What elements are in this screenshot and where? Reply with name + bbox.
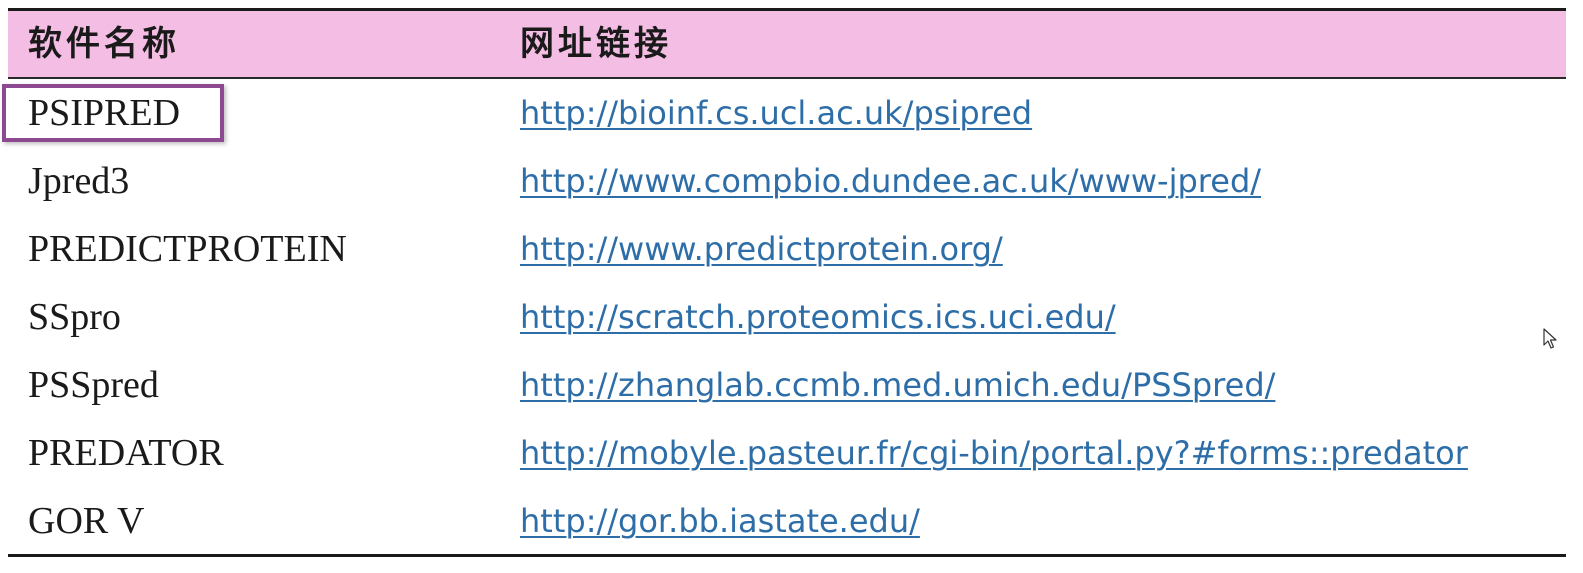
- software-table: 软件名称 网址链接 PSIPRED http://bioinf.cs.ucl.a…: [8, 0, 1566, 562]
- software-name: PREDICTPROTEIN: [28, 228, 347, 270]
- table-header-row: 软件名称 网址链接: [8, 11, 1566, 79]
- mouse-pointer-icon: [1543, 328, 1559, 350]
- table-row: PSSpred http://zhanglab.ccmb.med.umich.e…: [8, 351, 1566, 419]
- software-name: SSpro: [28, 296, 121, 338]
- software-name: PREDATOR: [28, 432, 224, 474]
- software-name: Jpred3: [28, 160, 130, 202]
- url-link[interactable]: http://gor.bb.iastate.edu/: [520, 487, 920, 555]
- psipred-highlight-box: [2, 84, 224, 142]
- table-row: PREDATOR http://mobyle.pasteur.fr/cgi-bi…: [8, 419, 1566, 487]
- table-row: Jpred3 http://www.compbio.dundee.ac.uk/w…: [8, 147, 1566, 215]
- url-link[interactable]: http://www.predictprotein.org/: [520, 215, 1003, 283]
- software-name: GOR V: [28, 500, 145, 542]
- header-software-name: 软件名称: [28, 24, 180, 64]
- url-link[interactable]: http://scratch.proteomics.ics.uci.edu/: [520, 283, 1116, 351]
- url-link[interactable]: http://zhanglab.ccmb.med.umich.edu/PSSpr…: [520, 351, 1275, 419]
- table-row: PSIPRED http://bioinf.cs.ucl.ac.uk/psipr…: [8, 79, 1566, 147]
- url-link[interactable]: http://mobyle.pasteur.fr/cgi-bin/portal.…: [520, 419, 1468, 487]
- table-row: PREDICTPROTEIN http://www.predictprotein…: [8, 215, 1566, 283]
- url-link[interactable]: http://www.compbio.dundee.ac.uk/www-jpre…: [520, 147, 1261, 215]
- header-url: 网址链接: [520, 24, 672, 64]
- table-bottom-rule: [8, 554, 1566, 557]
- software-name: PSSpred: [28, 364, 159, 406]
- url-link[interactable]: http://bioinf.cs.ucl.ac.uk/psipred: [520, 79, 1032, 147]
- table-row: SSpro http://scratch.proteomics.ics.uci.…: [8, 283, 1566, 351]
- table-row: GOR V http://gor.bb.iastate.edu/: [8, 487, 1566, 555]
